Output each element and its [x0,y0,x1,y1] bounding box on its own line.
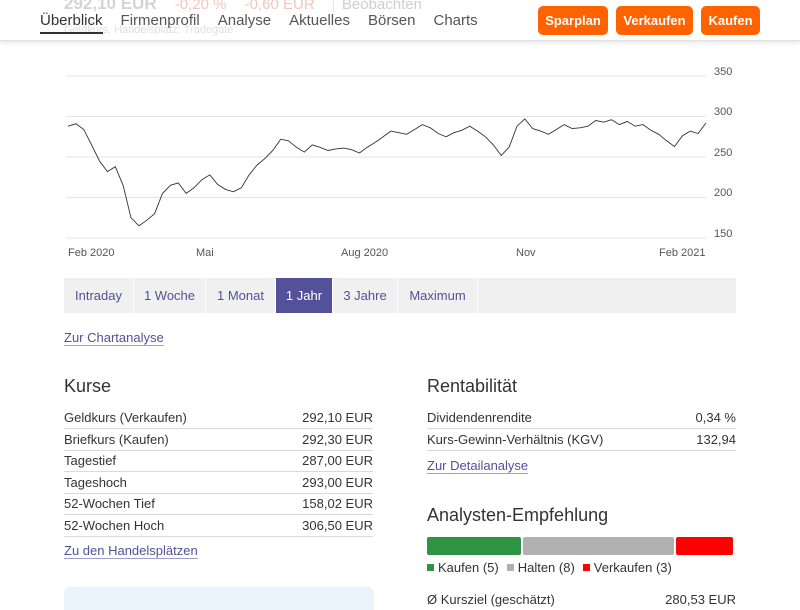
row-label: Geldkurs (Verkaufen) [64,410,187,425]
legend-swatch [506,564,514,571]
legend-swatch [427,564,434,571]
table-row: Geldkurs (Verkaufen) 292,10 EUR [64,407,373,429]
row-value: 158,02 EUR [302,496,373,511]
y-tick-label: 150 [714,228,733,240]
price-series-line [67,118,707,227]
nav-tab-charts[interactable]: Charts [434,12,478,34]
nav-tab-analyse[interactable]: Analyse [218,12,271,34]
range-tab-maximum[interactable]: Maximum [398,278,478,313]
row-value: 292,10 EUR [302,410,373,425]
table-row: Briefkurs (Kaufen) 292,30 EUR [64,429,373,451]
table-row: Kurs-Gewinn-Verhältnis (KGV) 132,94 [427,429,736,451]
y-tick-label: 200 [714,187,733,199]
verkaufen-button[interactable]: Verkaufen [616,6,693,35]
nav-tab-firmenprofil[interactable]: Firmenprofil [121,12,200,34]
row-label: 52-Wochen Tief [64,496,155,511]
y-tick-label: 350 [714,66,733,78]
legend-item-verkaufen: Verkaufen (3) [582,560,672,575]
analysten-heading: Analysten-Empfehlung [427,505,609,525]
table-row: Tageshoch 293,00 EUR [64,472,373,494]
range-tab-1-woche[interactable]: 1 Woche [134,278,206,313]
chart-gridlines [66,75,706,239]
row-label: Tagestief [64,453,117,468]
legend-item-halten: Halten (8) [506,560,575,575]
table-row: 52-Wochen Hoch 306,50 EUR [64,515,373,537]
legend-swatch [582,564,590,571]
kursziel-label: Ø Kursziel (geschätzt) [427,592,555,607]
rating-segment-verkaufen [676,537,733,555]
table-row: Ø Kursziel (geschätzt) 280,53 EUR [427,589,736,610]
y-tick-label: 300 [714,106,733,118]
chart-range-tabs: Intraday 1 Woche 1 Monat 1 Jahr 3 Jahre … [64,278,736,313]
row-value: 0,34 % [695,410,736,425]
range-tab-intraday[interactable]: Intraday [64,278,134,313]
sparplan-button[interactable]: Sparplan [538,6,608,35]
y-tick-label: 250 [714,147,733,159]
main-nav: Überblick Firmenprofil Analyse Aktuelles… [40,12,496,34]
range-tab-3-jahre[interactable]: 3 Jahre [333,278,398,313]
row-label: Dividendenrendite [427,410,532,425]
analyst-rating-bar [427,537,733,555]
row-value: 306,50 EUR [302,518,373,533]
nav-tab-boersen[interactable]: Börsen [368,12,416,34]
rating-segment-halten [523,537,675,555]
price-chart-svg [66,75,707,239]
handelsplaetze-link[interactable]: Zu den Handelsplätzen [64,543,198,558]
row-value: 292,30 EUR [302,432,373,447]
rentabilitaet-heading: Rentabilität [427,376,518,396]
legend-label: Verkaufen (3) [593,560,672,575]
range-tab-1-jahr[interactable]: 1 Jahr [276,278,333,313]
row-label: 52-Wochen Hoch [64,518,165,533]
nav-tab-ueberblick[interactable]: Überblick [40,12,103,34]
x-tick-label: Nov [516,247,536,259]
legend-label: Halten (8) [517,560,575,575]
row-label: Briefkurs (Kaufen) [64,432,169,447]
analyst-rating-legend: Kaufen (5) Halten (8) Verkaufen (3) [427,560,680,575]
row-label: Kurs-Gewinn-Verhältnis (KGV) [427,432,604,447]
legend-item-kaufen: Kaufen (5) [427,560,499,575]
row-value: 293,00 EUR [302,475,373,490]
table-row: Tagestief 287,00 EUR [64,450,373,472]
row-value: 132,94 [696,432,736,447]
range-tab-1-monat[interactable]: 1 Monat [206,278,276,313]
top-navigation-bar: 292,10 EUR -0,20 % -0,60 EUR Beobachten … [0,0,800,41]
detailanalyse-link[interactable]: Zur Detailanalyse [427,458,528,473]
rating-segment-kaufen [427,537,522,555]
chartanalyse-link[interactable]: Zur Chartanalyse [64,330,164,345]
table-row: 52-Wochen Tief 158,02 EUR [64,493,373,515]
info-box [64,587,374,610]
price-chart[interactable]: Feb 2020 Mai Aug 2020 Nov Feb 2021 350 3… [0,41,800,271]
table-row: Dividendenrendite 0,34 % [427,407,736,429]
row-label: Tageshoch [64,475,127,490]
x-tick-label: Aug 2020 [341,247,389,259]
x-tick-label: Feb 2021 [659,247,706,259]
kaufen-button[interactable]: Kaufen [701,6,760,35]
kursziel-value: 280,53 EUR [665,592,736,607]
nav-tab-aktuelles[interactable]: Aktuelles [289,12,350,34]
row-value: 287,00 EUR [302,453,373,468]
legend-label: Kaufen (5) [438,560,499,575]
x-tick-label: Feb 2020 [68,247,115,259]
x-tick-label: Mai [196,247,214,259]
kurse-heading: Kurse [64,376,112,396]
